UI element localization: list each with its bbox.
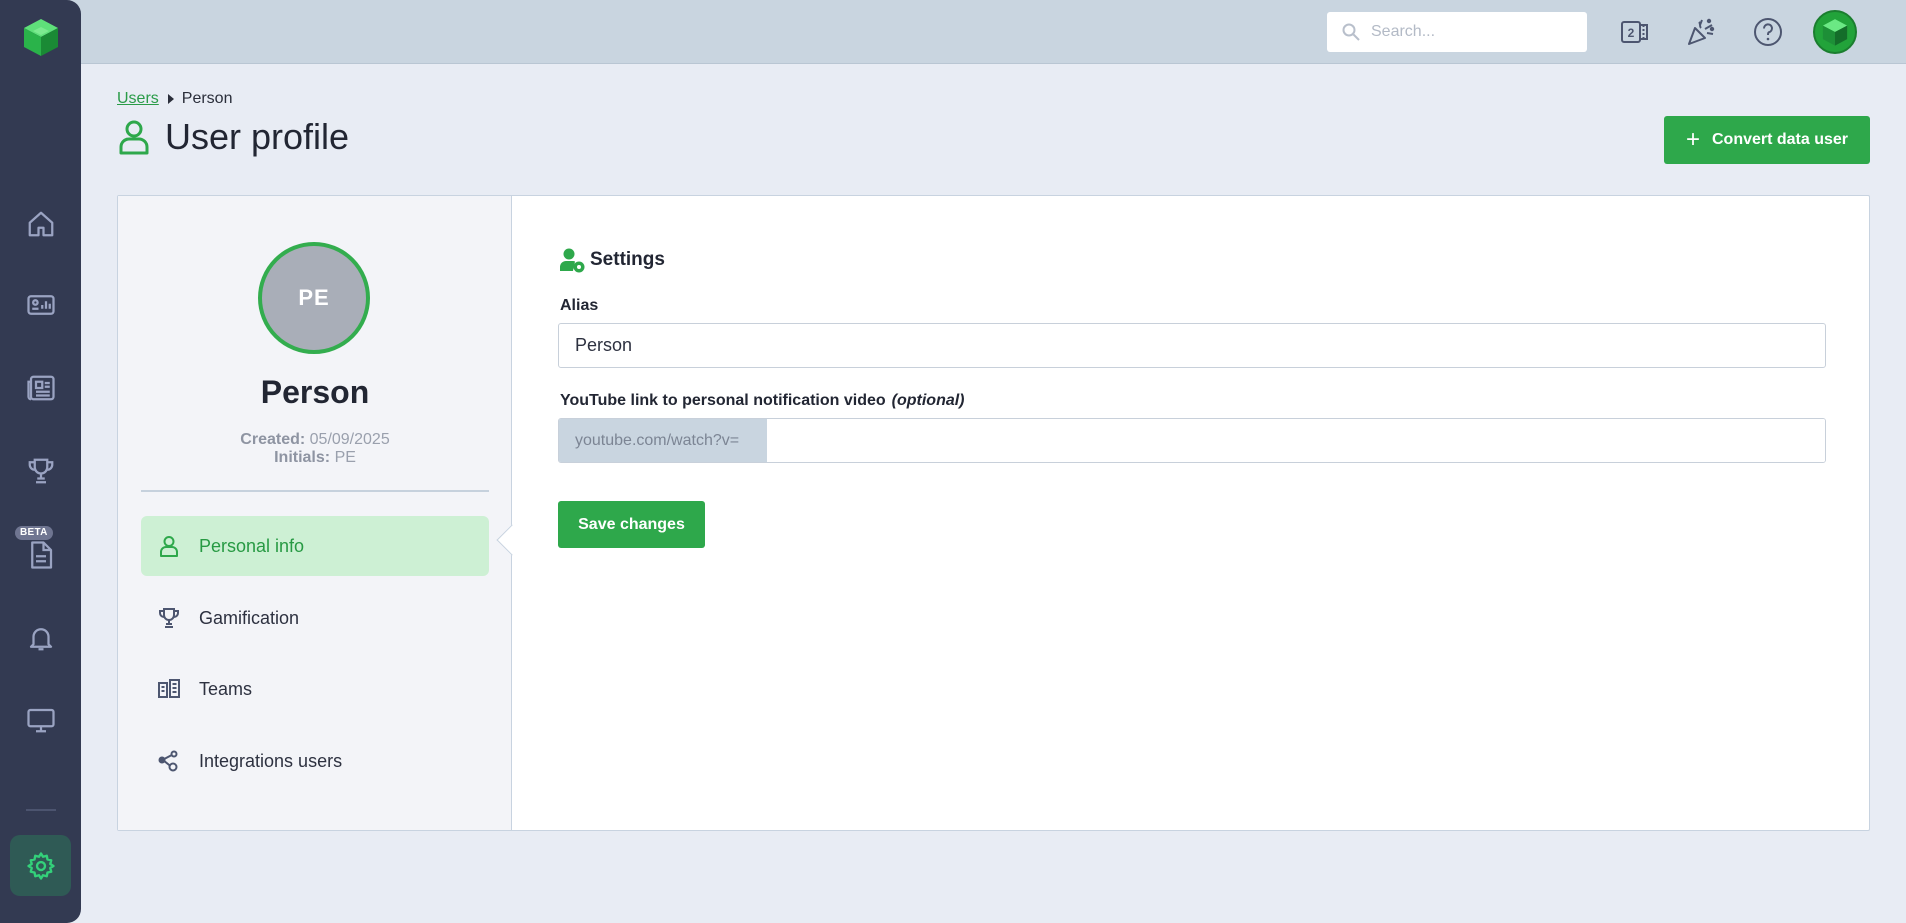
monitor-icon (26, 708, 55, 733)
nav-personal-info[interactable]: Personal info (141, 516, 489, 576)
sidebar-divider (141, 490, 489, 492)
created-row: Created: 05/09/2025 (118, 431, 512, 449)
trophy-icon (28, 458, 53, 484)
nav-integrations-users-label: Integrations users (199, 750, 343, 771)
page-title: User profile (117, 116, 349, 158)
nav-gamification[interactable]: Gamification (141, 588, 489, 648)
initials-label: Initials: (274, 449, 331, 466)
settings-panel: Settings Alias YouTube link to personal … (558, 196, 1848, 830)
whats-new-button[interactable] (1682, 13, 1720, 51)
dashboard-card-icon (26, 295, 55, 315)
youtube-label-text: YouTube link to personal notification vi… (560, 392, 886, 409)
user-settings-icon (560, 248, 585, 273)
breadcrumb-users-link[interactable]: Users (117, 90, 159, 108)
profile-avatar: PE (258, 242, 370, 354)
help-icon (1754, 18, 1782, 46)
breadcrumb-current: Person (181, 90, 233, 107)
svg-text:2: 2 (1628, 26, 1635, 40)
breadcrumb: Users Person (117, 90, 232, 108)
help-button[interactable] (1749, 13, 1787, 51)
rail-notifications[interactable] (0, 610, 81, 666)
initials-row: Initials: PE (118, 449, 512, 467)
created-value: 05/09/2025 (309, 431, 390, 448)
youtube-input-group: youtube.com/watch?v= (558, 418, 1826, 463)
youtube-video-id-input[interactable] (767, 419, 1825, 462)
search-box[interactable] (1327, 12, 1587, 52)
teams-icon (158, 679, 180, 698)
rail-settings[interactable] (10, 835, 71, 896)
youtube-url-prefix: youtube.com/watch?v= (559, 419, 767, 462)
user-icon (160, 536, 178, 557)
convert-data-user-button[interactable]: + Convert data user (1664, 116, 1870, 164)
profile-avatar-initials: PE (298, 285, 330, 310)
bell-icon (29, 628, 52, 651)
plus-icon: + (1685, 126, 1700, 153)
initials-value: PE (334, 449, 356, 466)
youtube-optional-label: (optional) (891, 392, 965, 409)
green-cube-logo-icon[interactable] (20, 16, 62, 58)
nav-teams[interactable]: Teams (141, 659, 489, 719)
created-label: Created: (240, 431, 306, 448)
rail-divider (26, 809, 56, 811)
save-changes-button[interactable]: Save changes (558, 501, 705, 548)
gear-icon (26, 851, 55, 880)
profile-name: Person (260, 374, 370, 410)
rail-dashboard[interactable] (0, 277, 81, 333)
breadcrumb-separator-icon (167, 94, 174, 104)
search-icon (1342, 23, 1360, 41)
share-nodes-icon (158, 750, 178, 772)
rail-news[interactable] (0, 360, 81, 416)
nav-gamification-label: Gamification (199, 607, 300, 628)
page-title-text: User profile (165, 116, 350, 157)
green-cube-avatar-icon (1822, 19, 1848, 46)
user-icon (119, 120, 149, 155)
profile-meta: Created: 05/09/2025 Initials: PE (118, 431, 512, 467)
home-icon (28, 211, 53, 237)
tv-number-icon: 2 (1621, 21, 1648, 43)
profile-card: PE Person Created: 05/09/2025 Initials: … (117, 195, 1870, 831)
alias-label: Alias (560, 297, 599, 314)
left-rail: BETA (0, 0, 81, 923)
youtube-label: YouTube link to personal notification vi… (560, 392, 965, 410)
user-avatar[interactable] (1813, 10, 1857, 54)
trophy-icon (159, 608, 179, 628)
news-icon (26, 375, 55, 401)
rail-trophy[interactable] (0, 443, 81, 499)
beta-badge: BETA (15, 526, 53, 540)
settings-title: Settings (590, 249, 665, 270)
profile-sidebar: PE Person Created: 05/09/2025 Initials: … (118, 196, 512, 830)
convert-data-user-label: Convert data user (1711, 131, 1849, 148)
nav-teams-label: Teams (199, 678, 253, 699)
rail-home[interactable] (0, 196, 81, 252)
search-input[interactable] (1371, 23, 1571, 41)
settings-heading: Settings (558, 246, 665, 274)
nav-integrations-users[interactable]: Integrations users (141, 731, 489, 791)
document-icon (30, 541, 52, 569)
alias-input[interactable] (558, 323, 1826, 368)
rail-monitor[interactable] (0, 692, 81, 748)
tv-number-button[interactable]: 2 (1616, 13, 1654, 51)
top-bar: 2 (0, 0, 1906, 64)
nav-personal-info-label: Personal info (199, 535, 305, 556)
party-popper-icon (1688, 18, 1715, 45)
